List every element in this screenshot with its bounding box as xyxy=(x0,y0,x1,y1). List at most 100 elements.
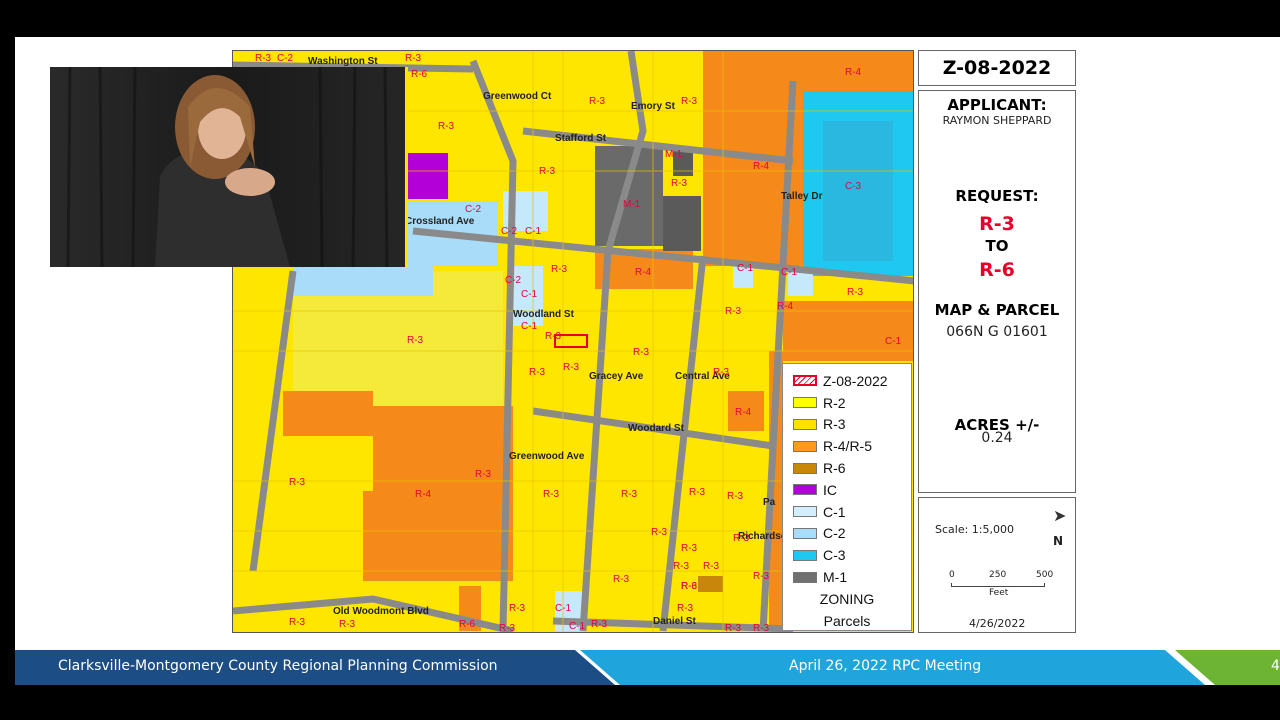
street-label: Greenwood Ct xyxy=(483,91,552,102)
legend-swatch xyxy=(793,506,817,518)
street-label: Crossland Ave xyxy=(405,216,475,227)
zone-label: C-2 xyxy=(277,53,294,64)
zone-label: R-3 xyxy=(725,623,742,633)
zone-label: R-3 xyxy=(289,477,306,488)
case-details: APPLICANT: RAYMON SHEPPARD REQUEST: R-3 … xyxy=(918,90,1076,493)
zone-label: R-3 xyxy=(499,623,516,633)
zone-label: R-3 xyxy=(591,619,608,630)
case-number: Z-08-2022 xyxy=(918,50,1076,86)
legend-label: R-4/R-5 xyxy=(823,438,873,455)
zone-label: R-3 xyxy=(545,331,562,342)
zone-label: R-3 xyxy=(589,96,606,107)
legend-swatch xyxy=(793,484,817,496)
scale-unit: Feet xyxy=(989,588,1009,598)
street-label: Greenwood Ave xyxy=(509,451,585,462)
zone-label: R-4 xyxy=(753,161,770,172)
scale-tick-250: 250 xyxy=(989,570,1007,580)
zone-label: C-1 xyxy=(569,621,586,632)
legend-swatch xyxy=(793,418,817,430)
legend-item: R-4/R-5 xyxy=(793,435,901,457)
legend-parcels-title: Parcels xyxy=(823,612,871,629)
legend-swatch xyxy=(793,375,817,387)
presenter-video xyxy=(50,67,408,267)
map-parcel-label: MAP & PARCEL xyxy=(934,301,1060,319)
legend-item: C-3 xyxy=(793,544,901,566)
zone-label: M-1 xyxy=(665,149,683,160)
zone-label: R-6 xyxy=(411,69,428,80)
scale-bar xyxy=(951,583,1045,587)
zone-label: R-4 xyxy=(735,407,752,418)
zone-label: C-2 xyxy=(505,275,522,286)
footer-page-number: 4 xyxy=(1271,658,1280,674)
zone-label: R-3 xyxy=(725,306,742,317)
legend-label: Z-08-2022 xyxy=(823,372,888,389)
legend-swatch xyxy=(793,571,817,583)
legend-swatch xyxy=(793,527,817,539)
legend-item: C-1 xyxy=(793,501,901,523)
presenter-image xyxy=(50,67,408,267)
street-label: Old Woodmont Blvd xyxy=(333,606,429,617)
zone-label: C-3 xyxy=(845,181,862,192)
request-to-label: TO xyxy=(985,237,1009,255)
legend-swatch xyxy=(793,549,817,561)
zone-label: R-3 xyxy=(529,367,546,378)
zone-label: R-3 xyxy=(475,469,492,480)
zone-label: R-3 xyxy=(509,603,526,614)
zone-label: C-1 xyxy=(885,336,902,347)
zone-label: R-3 xyxy=(543,489,560,500)
zone-label: R-3 xyxy=(255,53,272,64)
zone-label: R-3 xyxy=(551,264,568,275)
legend-zoning-title: ZONING xyxy=(819,590,875,607)
zone-label: R-3 xyxy=(438,121,455,132)
zone-label: R-3 xyxy=(713,367,730,378)
scale-tick-500: 500 xyxy=(1036,570,1054,580)
legend-item: M-1 xyxy=(793,566,901,588)
zone-label: R-3 xyxy=(651,527,668,538)
request-from-zone: R-3 xyxy=(979,213,1015,235)
zone-label: C-2 xyxy=(465,204,482,215)
zone-label: R-3 xyxy=(633,347,650,358)
acres-value: 0.24 xyxy=(981,430,1013,446)
street-label: Emory St xyxy=(631,101,675,112)
zone-label: R-4 xyxy=(777,301,794,312)
zone-label: R-3 xyxy=(677,603,694,614)
zone-label: R-4 xyxy=(415,489,432,500)
zone-label: R-3 xyxy=(733,533,750,544)
map-parcel-value: 066N G 01601 xyxy=(946,324,1048,340)
zone-label: R-3 xyxy=(339,619,356,630)
street-label: Talley Dr xyxy=(781,191,823,202)
zone-label: C-1 xyxy=(525,226,542,237)
legend-label: C-2 xyxy=(823,525,846,542)
legend-label: M-1 xyxy=(823,569,848,586)
zone-label: R-3 xyxy=(847,287,864,298)
legend-swatch xyxy=(793,462,817,474)
slide-footer: Clarksville-Montgomery County Regional P… xyxy=(15,650,1280,685)
zone-label: R-3 xyxy=(671,178,688,189)
zone-label: C-1 xyxy=(521,321,538,332)
legend-label: R-6 xyxy=(823,460,846,477)
zone-label: C-1 xyxy=(737,263,754,274)
zone-label: R-3 xyxy=(727,491,744,502)
request-label: REQUEST: xyxy=(955,187,1039,205)
zone-label: M-1 xyxy=(623,199,641,210)
zone-label: R-3 xyxy=(681,96,698,107)
request-to-zone: R-6 xyxy=(979,259,1015,281)
legend-label: C-1 xyxy=(823,503,846,520)
street-label: Stafford St xyxy=(555,133,607,144)
legend-label: R-3 xyxy=(823,416,846,433)
street-label: Washington St xyxy=(308,56,378,67)
map-date: 4/26/2022 xyxy=(969,617,1026,630)
zone-label: C-1 xyxy=(521,289,538,300)
zone-label: C-2 xyxy=(501,226,518,237)
zone-label: R-3 xyxy=(289,617,306,628)
zone-label: R-4 xyxy=(845,67,862,78)
street-label: Daniel St xyxy=(653,616,696,627)
case-info-panel: Z-08-2022 APPLICANT: RAYMON SHEPPARD REQ… xyxy=(918,50,1076,633)
legend-item: C-2 xyxy=(793,523,901,545)
zone-label: R-3 xyxy=(689,487,706,498)
zone-label: R-6 xyxy=(681,581,698,592)
applicant-label: APPLICANT: xyxy=(947,96,1047,114)
zone-label: R-4 xyxy=(635,267,652,278)
legend-swatch xyxy=(793,440,817,452)
legend-swatch xyxy=(793,397,817,409)
